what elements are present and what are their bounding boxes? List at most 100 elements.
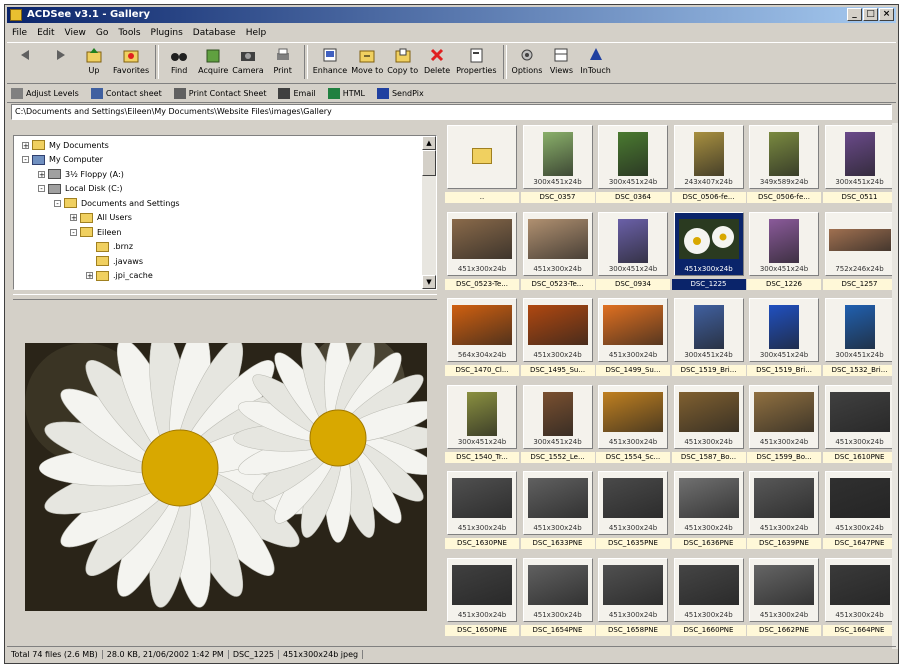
collapse-icon[interactable]: - [22,156,29,164]
thumbnail[interactable]: 451x300x24b DSC_1650PNE [445,557,519,638]
scroll-thumb[interactable] [422,150,436,176]
thumbnail[interactable]: 451x300x24b DSC_1630PNE [445,471,519,551]
menu-plugins[interactable]: Plugins [146,28,188,38]
thumbnail[interactable]: 451x300x24b DSC_1610PNE [822,384,897,465]
thumbnail[interactable]: 451x300x24b DSC_1599_Bo... [747,384,821,465]
scroll-up-button[interactable]: ▲ [422,136,436,150]
enhance-icon [321,46,339,64]
minimize-button[interactable]: _ [847,8,862,21]
menu-help[interactable]: Help [241,28,272,38]
camera-button[interactable]: Camera [232,43,264,75]
tree-item[interactable]: - Documents and Settings [54,196,180,210]
collapse-icon[interactable]: - [38,185,45,193]
thumbnail[interactable]: 300x451x24b DSC_1519_Bri... [747,298,821,378]
find-button[interactable]: Find [164,43,194,75]
thumbnail[interactable]: 300x451x24b DSC_1226 [747,211,821,292]
thumbnail[interactable]: 451x300x24b DSC_1635PNE [596,471,670,551]
email-button[interactable]: Email [278,87,316,99]
collapse-icon[interactable]: - [70,228,77,236]
close-button[interactable]: × [879,8,894,21]
tree-item[interactable]: .brnz [86,240,133,254]
thumbnail[interactable]: 451x300x24b DSC_1658PNE [596,557,670,638]
adjust-levels-button[interactable]: Adjust Levels [11,87,79,99]
thumbnail[interactable]: 451x300x24b DSC_1495_Su... [520,298,595,378]
acquire-button[interactable]: Acquire [198,43,228,75]
forward-button[interactable] [45,43,75,66]
move-to-button[interactable]: Move to [351,43,383,75]
delete-button[interactable]: Delete [422,43,452,75]
thumbnail[interactable]: 564x304x24b DSC_1470_Cl... [445,298,519,378]
thumbnail[interactable]: 451x300x24b DSC_1664PNE [822,557,897,638]
back-button[interactable] [11,43,41,66]
tree-item[interactable]: + .jpi_cache [86,269,153,283]
tree-item[interactable]: - Eileen [70,225,121,239]
thumbnail[interactable]: 451x300x24b DSC_1633PNE [520,471,595,551]
title-bar[interactable]: ACDSee v3.1 - Gallery _ □ × [7,7,896,23]
thumbnail[interactable]: 451x300x24b DSC_1554_Sc... [596,384,670,465]
collapse-icon[interactable]: - [54,199,61,207]
intouch-button[interactable]: InTouch [580,43,611,75]
thumbnail[interactable]: 300x451x24b DSC_1552_Le... [520,384,595,465]
html-button[interactable]: HTML [327,87,365,99]
pane-splitter[interactable] [13,294,437,300]
maximize-button[interactable]: □ [863,8,878,21]
tree-item[interactable]: + All Users [70,211,132,225]
thumbnail[interactable]: 451x300x24b DSC_1639PNE [747,471,821,551]
tree-item[interactable]: - My Computer [22,153,103,167]
thumbnail[interactable]: 300x451x24b DSC_0934 [596,211,670,292]
copy-to-button[interactable]: Copy to [387,43,418,75]
tree-item[interactable]: +3½ Floppy (A:) [38,167,124,181]
expand-icon[interactable]: + [38,170,45,178]
expand-icon[interactable]: + [86,272,93,280]
thumbnail[interactable]: 300x451x24b DSC_0357 [520,125,595,205]
thumbnail-grid: .. 300x451x24b DSC_0357 300x451x24b DSC_0364… [441,123,898,649]
thumbnail[interactable]: 451x300x24b DSC_0523-Te... [520,211,595,292]
menu-tools[interactable]: Tools [113,28,145,38]
thumbnail[interactable]: 300x451x24b DSC_0511 [822,125,897,205]
sendpix-button[interactable]: SendPix [376,87,424,99]
address-bar[interactable]: C:\Documents and Settings\Eileen\My Docu… [11,104,892,120]
menu-go[interactable]: Go [91,28,113,38]
favorites-button[interactable]: Favorites [113,43,149,75]
folder-tree[interactable]: ▲ ▼ + My Documents - My Computer +3½ Floppy … [13,135,437,290]
thumbnail[interactable]: 300x451x24b DSC_0364 [596,125,670,205]
tree-item[interactable]: - Local Disk (C:) [38,182,123,196]
thumbnail[interactable]: 300x451x24b DSC_1540_Tr... [445,384,519,465]
tree-scrollbar[interactable]: ▲ ▼ [422,136,436,289]
contact-sheet-button[interactable]: Contact sheet [90,87,162,99]
folder-icon [80,227,93,237]
tree-item[interactable]: + My Documents [22,138,109,152]
expand-icon[interactable]: + [70,214,77,222]
print-contact-sheet-button[interactable]: Print Contact Sheet [173,87,266,99]
thumbnail[interactable]: 451x300x24b DSC_1654PNE [520,557,595,638]
menu-edit[interactable]: Edit [32,28,59,38]
grid-scrollbar[interactable] [892,123,898,649]
thumbnail[interactable]: 451x300x24b DSC_1660PNE [671,557,746,638]
tree-item[interactable]: .javaws [86,254,143,268]
up-button[interactable]: Up [79,43,109,75]
thumbnail[interactable]: 349x589x24b DSC_0506-fe... [747,125,821,205]
thumbnail[interactable]: 451x300x24b DSC_0523-Te... [445,211,519,292]
thumbnail[interactable]: 451x300x24b DSC_1647PNE [822,471,897,551]
properties-button[interactable]: Properties [456,43,497,75]
print-button[interactable]: Print [268,43,298,75]
expand-icon[interactable]: + [22,141,29,149]
thumbnail[interactable]: 300x451x24b DSC_1532_Bri... [822,298,897,378]
menu-database[interactable]: Database [188,28,241,38]
views-button[interactable]: Views [546,43,576,75]
menu-file[interactable]: File [7,28,32,38]
thumbnail[interactable]: 243x407x24b DSC_0506-fe... [671,125,746,205]
scroll-down-button[interactable]: ▼ [422,275,436,289]
thumbnail[interactable]: 451x300x24b DSC_1225 [671,211,746,292]
options-button[interactable]: Options [512,43,542,75]
thumbnail[interactable]: .. [445,125,519,205]
thumbnail[interactable]: 300x451x24b DSC_1519_Bri... [671,298,746,378]
enhance-button[interactable]: Enhance [313,43,347,75]
thumbnail[interactable]: 451x300x24b DSC_1587_Bo... [671,384,746,465]
thumbnail[interactable]: 451x300x24b DSC_1636PNE [671,471,746,551]
menu-view[interactable]: View [60,28,91,38]
thumbnail-filename: DSC_0523-Te... [445,278,519,290]
thumbnail[interactable]: 752x246x24b DSC_1257 [822,211,897,292]
thumbnail[interactable]: 451x300x24b DSC_1662PNE [747,557,821,638]
thumbnail[interactable]: 451x300x24b DSC_1499_Su... [596,298,670,378]
